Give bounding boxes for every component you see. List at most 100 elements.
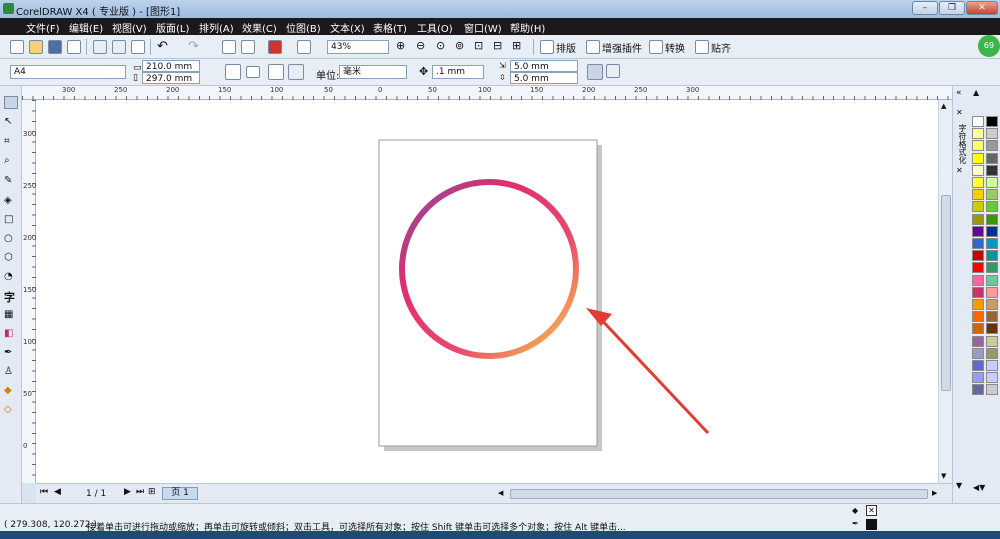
zoom-page-icon[interactable]: ⊡ bbox=[474, 39, 483, 52]
treat-as-filled-icon[interactable] bbox=[587, 64, 603, 80]
menu-arrange[interactable]: 排列(A) bbox=[199, 20, 234, 35]
color-swatch[interactable] bbox=[986, 189, 998, 201]
pick-tool-icon[interactable] bbox=[4, 96, 18, 109]
menu-effects[interactable]: 效果(C) bbox=[242, 20, 277, 35]
page-border[interactable] bbox=[378, 139, 598, 447]
plugins-button[interactable]: 增强插件 bbox=[602, 40, 642, 55]
copy-icon[interactable] bbox=[112, 40, 126, 54]
scroll-thumb[interactable] bbox=[941, 195, 951, 391]
menu-help[interactable]: 帮助(H) bbox=[510, 20, 545, 35]
application-launcher-icon[interactable] bbox=[268, 40, 282, 54]
color-swatch[interactable] bbox=[972, 152, 984, 164]
color-swatch[interactable] bbox=[972, 384, 984, 396]
menu-edit[interactable]: 编辑(E) bbox=[69, 20, 103, 35]
menu-file[interactable]: 文件(F) bbox=[26, 20, 60, 35]
menu-tools[interactable]: 工具(O) bbox=[417, 20, 453, 35]
blend-tool-icon[interactable]: ◧ bbox=[4, 328, 18, 341]
import-icon[interactable] bbox=[222, 40, 236, 54]
portrait-icon[interactable] bbox=[225, 64, 241, 80]
page-width-input[interactable]: 210.0 mm bbox=[142, 60, 200, 72]
color-swatch[interactable] bbox=[986, 116, 998, 127]
drawing-canvas[interactable] bbox=[36, 100, 938, 483]
color-swatch[interactable] bbox=[972, 299, 984, 310]
zoom-selected-icon[interactable]: ⊙ bbox=[436, 39, 445, 52]
color-swatch[interactable] bbox=[972, 201, 984, 213]
minimize-button[interactable]: – bbox=[912, 1, 938, 15]
hscroll-left-icon[interactable]: ◀ bbox=[498, 489, 503, 497]
duplicate-x-input[interactable]: 5.0 mm bbox=[510, 60, 578, 72]
restore-button[interactable]: ❐ bbox=[939, 1, 965, 15]
page-height-input[interactable]: 297.0 mm bbox=[142, 72, 200, 84]
menu-table[interactable]: 表格(T) bbox=[373, 20, 407, 35]
color-swatch[interactable] bbox=[972, 140, 984, 152]
color-swatch[interactable] bbox=[986, 360, 998, 371]
dock-down-icon[interactable]: ▼ bbox=[956, 481, 962, 490]
eyedropper-icon[interactable]: ✒ bbox=[4, 347, 18, 360]
zoom-height-icon[interactable]: ⊞ bbox=[512, 39, 521, 52]
options-icon[interactable] bbox=[606, 64, 620, 78]
color-swatch[interactable] bbox=[972, 250, 984, 262]
color-swatch[interactable] bbox=[972, 274, 984, 286]
color-swatch[interactable] bbox=[986, 372, 998, 384]
color-swatch[interactable] bbox=[972, 360, 984, 371]
zoom-tool-icon[interactable]: ⌕ bbox=[4, 155, 18, 168]
docker-close-icon[interactable]: ✕ bbox=[956, 108, 963, 117]
snap-button[interactable]: 贴齐 bbox=[711, 40, 731, 55]
color-swatch[interactable] bbox=[986, 250, 998, 262]
color-swatch[interactable] bbox=[972, 286, 984, 298]
zoom-level-select[interactable]: 43% bbox=[327, 40, 389, 54]
color-swatch[interactable] bbox=[986, 286, 998, 298]
text-tool-icon[interactable]: 字 bbox=[4, 289, 18, 304]
add-page-icon[interactable]: ⊞ bbox=[148, 487, 156, 497]
color-swatch[interactable] bbox=[986, 213, 998, 225]
landscape-icon[interactable] bbox=[246, 66, 260, 78]
rectangle-tool-icon[interactable]: □ bbox=[4, 214, 18, 227]
color-swatch[interactable] bbox=[972, 164, 984, 176]
color-swatch[interactable] bbox=[986, 384, 998, 396]
zoom-in-icon[interactable]: ⊕ bbox=[396, 39, 405, 52]
color-swatch[interactable] bbox=[986, 128, 998, 140]
color-swatch[interactable] bbox=[986, 311, 998, 323]
zoom-all-icon[interactable]: ⊚ bbox=[455, 39, 464, 52]
fill-tool-icon[interactable]: ◆ bbox=[4, 385, 18, 398]
palette-scroll-up-icon[interactable]: ▲ bbox=[973, 88, 979, 97]
color-swatch[interactable] bbox=[972, 213, 984, 225]
color-swatch[interactable] bbox=[972, 347, 984, 359]
outline-tool-icon[interactable]: ♙ bbox=[4, 366, 18, 379]
basic-shapes-icon[interactable]: ◔ bbox=[4, 271, 18, 284]
color-swatch[interactable] bbox=[986, 140, 998, 152]
zoom-width-icon[interactable]: ⊟ bbox=[493, 39, 502, 52]
color-swatch[interactable] bbox=[972, 177, 984, 188]
table-tool-icon[interactable]: ▦ bbox=[4, 309, 18, 322]
first-page-icon[interactable]: ⏮ bbox=[40, 487, 48, 497]
color-swatch[interactable] bbox=[986, 335, 998, 347]
welcome-screen-icon[interactable] bbox=[297, 40, 311, 54]
color-swatch[interactable] bbox=[986, 274, 998, 286]
print-icon[interactable] bbox=[67, 40, 81, 54]
redo-icon[interactable]: ↷ bbox=[188, 39, 199, 54]
color-swatch[interactable] bbox=[986, 262, 998, 274]
color-swatch[interactable] bbox=[972, 225, 984, 237]
duplicate-y-input[interactable]: 5.0 mm bbox=[510, 72, 578, 84]
unit-select[interactable]: 毫米 bbox=[339, 65, 407, 79]
vertical-ruler[interactable]: 300 250 200 150 100 50 0 bbox=[22, 100, 36, 483]
scroll-up-icon[interactable]: ▲ bbox=[941, 102, 946, 110]
export-icon[interactable] bbox=[241, 40, 255, 54]
page-size-select[interactable]: A4 bbox=[10, 65, 126, 79]
color-swatch[interactable] bbox=[972, 116, 984, 127]
color-swatch[interactable] bbox=[986, 164, 998, 176]
last-page-icon[interactable]: ⏭ bbox=[136, 487, 144, 497]
close-button[interactable]: ✕ bbox=[966, 1, 998, 15]
ellipse-tool-icon[interactable]: ○ bbox=[4, 233, 18, 246]
all-pages-icon[interactable] bbox=[268, 64, 284, 80]
shape-tool-icon[interactable]: ↖ bbox=[4, 116, 18, 129]
page-tab[interactable]: 页 1 bbox=[162, 487, 198, 500]
color-swatch[interactable] bbox=[972, 323, 984, 335]
next-page-icon[interactable]: ▶ bbox=[124, 487, 131, 497]
smart-fill-icon[interactable]: ◈ bbox=[4, 195, 18, 208]
color-swatch[interactable] bbox=[986, 177, 998, 188]
interactive-fill-icon[interactable]: ◇ bbox=[4, 404, 18, 417]
color-swatch[interactable] bbox=[986, 347, 998, 359]
convert-button[interactable]: 转换 bbox=[665, 40, 685, 55]
color-swatch[interactable] bbox=[986, 225, 998, 237]
